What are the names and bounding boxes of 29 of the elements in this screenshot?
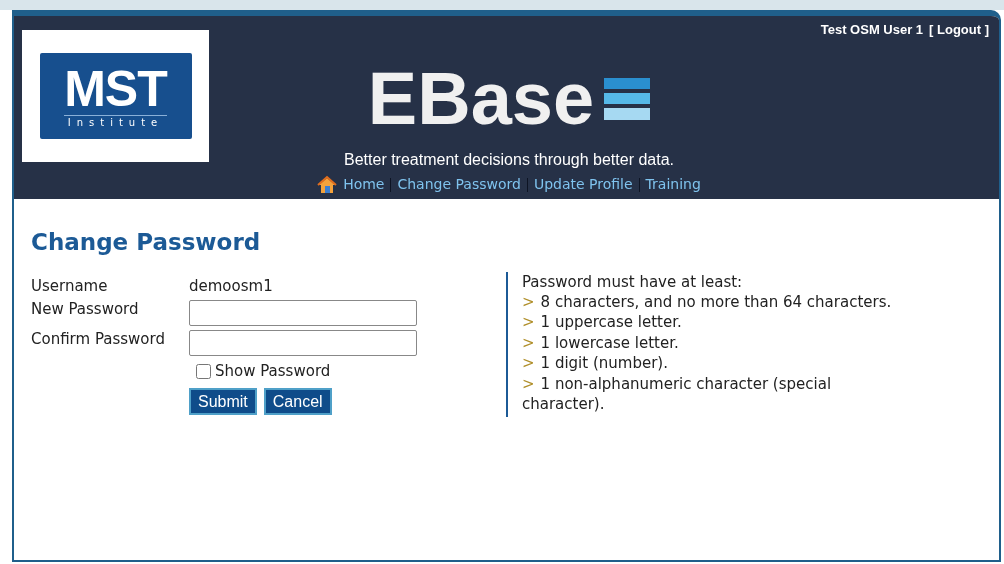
field-label: Confirm Password bbox=[31, 328, 166, 350]
page-title: Change Password bbox=[31, 228, 262, 257]
field-label: Username bbox=[31, 276, 109, 298]
rule-item: > 1 uppercase letter. bbox=[522, 312, 683, 333]
password-field[interactable] bbox=[189, 329, 417, 356]
logo-title: MST bbox=[64, 62, 167, 115]
nav-link[interactable]: Change Password bbox=[397, 174, 521, 195]
stacked-bars-icon bbox=[604, 78, 651, 120]
rules-heading: Password must have at least: bbox=[522, 271, 744, 292]
nav-link[interactable]: Home bbox=[343, 174, 385, 195]
show-password-checkbox[interactable] bbox=[196, 364, 211, 379]
form-button[interactable]: Cancel bbox=[263, 387, 332, 415]
password-field[interactable] bbox=[189, 299, 417, 326]
rule-item: > 8 characters, and no more than 64 characters. bbox=[522, 291, 892, 312]
user-name: Test OSM User 1 bbox=[820, 21, 924, 39]
checkbox-label: Show Password bbox=[215, 361, 331, 383]
form-button[interactable]: Submit bbox=[189, 387, 257, 415]
username-value: demoosm1 bbox=[189, 276, 273, 298]
nav-link[interactable]: Update Profile bbox=[533, 174, 633, 195]
rule-item: > 1 lowercase letter. bbox=[522, 332, 680, 353]
rule-item: > 1 digit (number). bbox=[522, 353, 669, 374]
logout-link[interactable]: [ Logout ] bbox=[929, 20, 989, 40]
house-icon bbox=[317, 174, 338, 195]
rule-item: > 1 non-alphanumeric character (special character). bbox=[522, 373, 833, 415]
brand-title: EBase bbox=[367, 62, 595, 136]
tagline: Better treatment decisions through better data. bbox=[344, 150, 674, 170]
field-label: New Password bbox=[31, 298, 140, 320]
logo-subtitle: Institute bbox=[63, 114, 168, 130]
nav-link[interactable]: Training bbox=[645, 174, 701, 195]
